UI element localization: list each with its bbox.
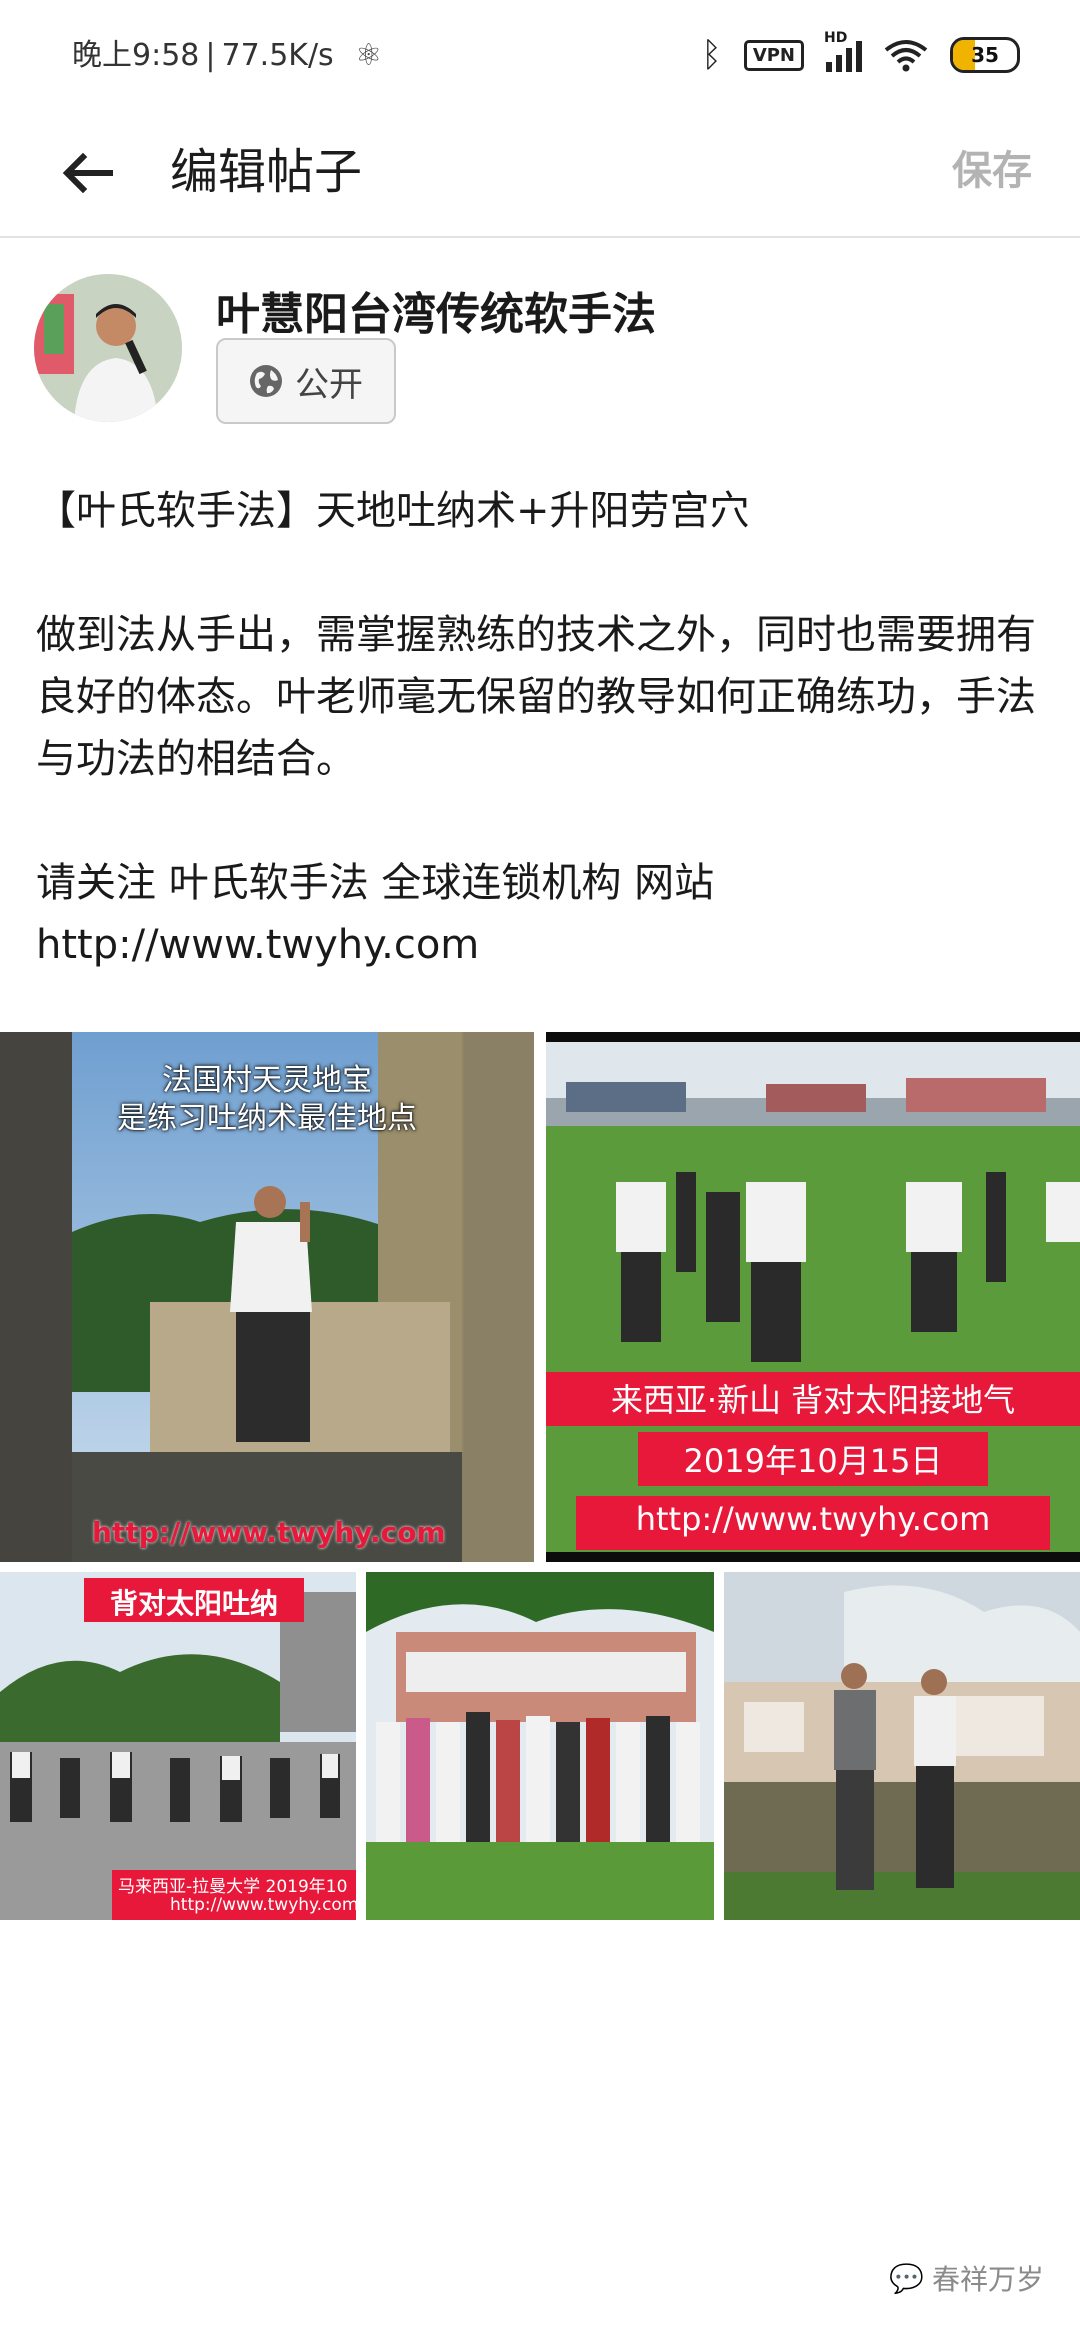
image-1-url: http://www.twyhy.com <box>92 1516 446 1549</box>
author-name[interactable]: 叶慧阳台湾传统软手法 <box>216 278 656 342</box>
privacy-selector[interactable]: 公开 <box>216 338 396 424</box>
avatar[interactable] <box>34 274 182 422</box>
post-text-editor[interactable]: 【叶氏软手法】天地吐纳术+升阳劳宫穴 做到法从手出，需掌握熟练的技术之外，同时也… <box>36 480 1046 976</box>
image-3-caption: 背对太阳吐纳 <box>109 1587 278 1620</box>
status-left: 晚上9:58 | 77.5K/s ⚛ <box>72 30 382 74</box>
post-paragraph-title: 【叶氏软手法】天地吐纳术+升阳劳宫穴 <box>36 488 750 534</box>
vpn-icon: VPN <box>743 39 804 71</box>
battery-icon: 35 <box>950 37 1020 73</box>
post-image-1[interactable]: 法国村天灵地宝 是练习吐纳术最佳地点 http://www.twyhy.com <box>0 1032 534 1562</box>
wifi-icon <box>884 40 928 72</box>
signal-icon: HD <box>824 30 862 72</box>
image-2-date: 2019年10月15日 <box>683 1442 943 1480</box>
arrow-left-icon <box>62 153 113 193</box>
image-3-url: http://www.twyhy.com <box>170 1895 356 1915</box>
watermark: 💬 春祥万岁 <box>889 2258 1044 2298</box>
signal-hd-label: HD <box>824 30 848 46</box>
privacy-label: 公开 <box>295 364 363 405</box>
image-3-footer: 马来西亚-拉曼大学 2019年10 <box>118 1877 348 1897</box>
atom-icon: ⚛ <box>355 38 383 73</box>
status-icons: ᛒ VPN HD 35 <box>701 30 1020 80</box>
post-image-5[interactable] <box>724 1572 1080 1920</box>
globe-icon <box>250 365 282 397</box>
image-1-caption-line-1: 法国村天灵地宝 <box>162 1063 372 1098</box>
photo-two-men-by-lake <box>724 1572 1080 1920</box>
post-image-3[interactable]: 背对太阳吐纳 马来西亚-拉曼大学 2019年10 http://www.twyh… <box>0 1572 356 1920</box>
post-paragraph-body: 做到法从手出，需掌握熟练的技术之外，同时也需要拥有良好的体态。叶老师毫无保留的教… <box>36 612 1036 782</box>
bluetooth-icon: ᛒ <box>701 35 722 75</box>
image-1-caption-line-2: 是练习吐纳术最佳地点 <box>117 1101 417 1136</box>
photo-group-raising-hands <box>366 1572 714 1920</box>
wechat-icon: 💬 <box>889 2261 924 2295</box>
save-button[interactable]: 保存 <box>952 138 1032 196</box>
battery-level: 35 <box>971 43 999 67</box>
image-2-url: http://www.twyhy.com <box>635 1500 991 1538</box>
network-speed: 77.5K/s <box>221 38 334 73</box>
back-button[interactable] <box>52 138 122 208</box>
status-time: 晚上9:58 <box>72 38 200 73</box>
post-image-4[interactable] <box>366 1572 714 1920</box>
photo-group-at-university <box>0 1572 356 1920</box>
post-paragraph-website: 请关注 叶氏软手法 全球连锁机构 网站 http://www.twyhy.com <box>36 860 715 968</box>
app-bar: 编辑帖子 保存 <box>0 108 1080 238</box>
watermark-text: 春祥万岁 <box>931 2263 1044 2296</box>
status-separator: | <box>205 38 216 73</box>
photo-group-on-field <box>546 1032 1080 1562</box>
status-bar: 晚上9:58 | 77.5K/s ⚛ ᛒ VPN HD 35 <box>0 0 1080 108</box>
image-1-caption: 法国村天灵地宝 是练习吐纳术最佳地点 <box>100 1062 434 1138</box>
image-2-caption: 来西亚·新山 背对太阳接地气 <box>610 1381 1016 1419</box>
avatar-image <box>34 274 182 422</box>
page-title: 编辑帖子 <box>170 144 363 200</box>
post-image-2[interactable]: 来西亚·新山 背对太阳接地气 2019年10月15日 http://www.tw… <box>546 1032 1080 1562</box>
